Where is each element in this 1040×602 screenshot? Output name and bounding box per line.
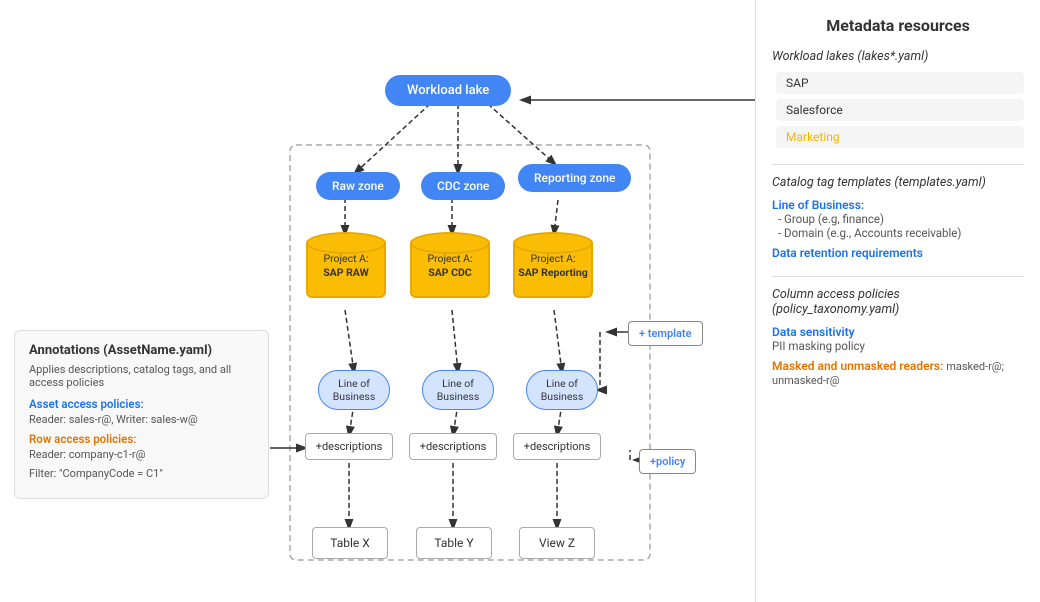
db-sap-cdc: Project A: SAP CDC (410, 232, 490, 309)
lob-node-3: Line ofBusiness (526, 370, 598, 410)
policy-content: Data sensitivity PII masking policy Mask… (772, 325, 1024, 387)
template-button[interactable]: + template (628, 321, 703, 346)
catalog-tags-content: Line of Business: - Group (e.g, finance)… (772, 198, 1024, 260)
asset-access-text: Reader: sales-r@, Writer: sales-w@ (29, 413, 254, 426)
divider-1 (772, 164, 1024, 165)
workload-lakes-section: Workload lakes (lakes*.yaml) SAP Salesfo… (772, 49, 1024, 148)
masked-label: Masked and unmasked readers: (772, 359, 943, 373)
catalog-item-1: - Group (e.g, finance) (778, 212, 1024, 226)
divider-2 (772, 276, 1024, 277)
lake-item-marketing: Marketing (776, 126, 1024, 148)
lake-item-salesforce: Salesforce (776, 99, 1024, 121)
lob-node-2: Line ofBusiness (422, 370, 494, 410)
lake-item-sap: SAP (776, 72, 1024, 94)
table-y-box: Table Y (416, 527, 492, 559)
table-x-box: Table X (312, 527, 388, 559)
raw-zone-node: Raw zone (316, 172, 400, 200)
pii-label: PII masking policy (772, 339, 1024, 353)
desc-box-2: +descriptions (409, 433, 497, 460)
asset-access-label: Asset access policies: (29, 397, 254, 411)
annotations-title: Annotations (AssetName.yaml) (29, 343, 254, 358)
diagram-area: Workload lake Raw zone CDC zone Reportin… (0, 0, 760, 602)
reporting-zone-node: Reporting zone (518, 164, 631, 192)
filter-text: Filter: "CompanyCode = C1" (29, 467, 254, 480)
sensitivity-label: Data sensitivity (772, 325, 1024, 339)
lob-node-1: Line ofBusiness (318, 370, 390, 410)
desc-box-3: +descriptions (513, 433, 601, 460)
workload-lakes-list: SAP Salesforce Marketing (776, 72, 1024, 148)
right-panel: Metadata resources Workload lakes (lakes… (755, 0, 1040, 602)
retention-label: Data retention requirements (772, 246, 1024, 260)
workload-lake-node: Workload lake (385, 75, 511, 106)
catalog-item-2: - Domain (e.g., Accounts receivable) (778, 226, 1024, 240)
annotations-description: Applies descriptions, catalog tags, and … (29, 363, 254, 389)
catalog-tags-section: Catalog tag templates (templates.yaml) L… (772, 175, 1024, 260)
catalog-tags-heading: Catalog tag templates (templates.yaml) (772, 175, 1024, 190)
db-sap-raw: Project A: SAP RAW (306, 232, 386, 309)
panel-title: Metadata resources (772, 16, 1024, 35)
row-access-text: Reader: company-c1-r@ (29, 448, 254, 461)
desc-box-1: +descriptions (305, 433, 393, 460)
column-access-heading: Column access policies (policy_taxonomy.… (772, 287, 1024, 317)
column-access-section: Column access policies (policy_taxonomy.… (772, 287, 1024, 387)
policy-button[interactable]: +policy (639, 449, 696, 474)
annotations-box: Annotations (AssetName.yaml) Applies des… (14, 330, 269, 499)
row-access-label: Row access policies: (29, 432, 254, 446)
db-sap-reporting: Project A: SAP Reporting (513, 232, 593, 309)
cdc-zone-node: CDC zone (421, 172, 505, 200)
view-z-box: View Z (519, 527, 595, 559)
workload-lakes-heading: Workload lakes (lakes*.yaml) (772, 49, 1024, 64)
lob-label: Line of Business: (772, 198, 1024, 212)
